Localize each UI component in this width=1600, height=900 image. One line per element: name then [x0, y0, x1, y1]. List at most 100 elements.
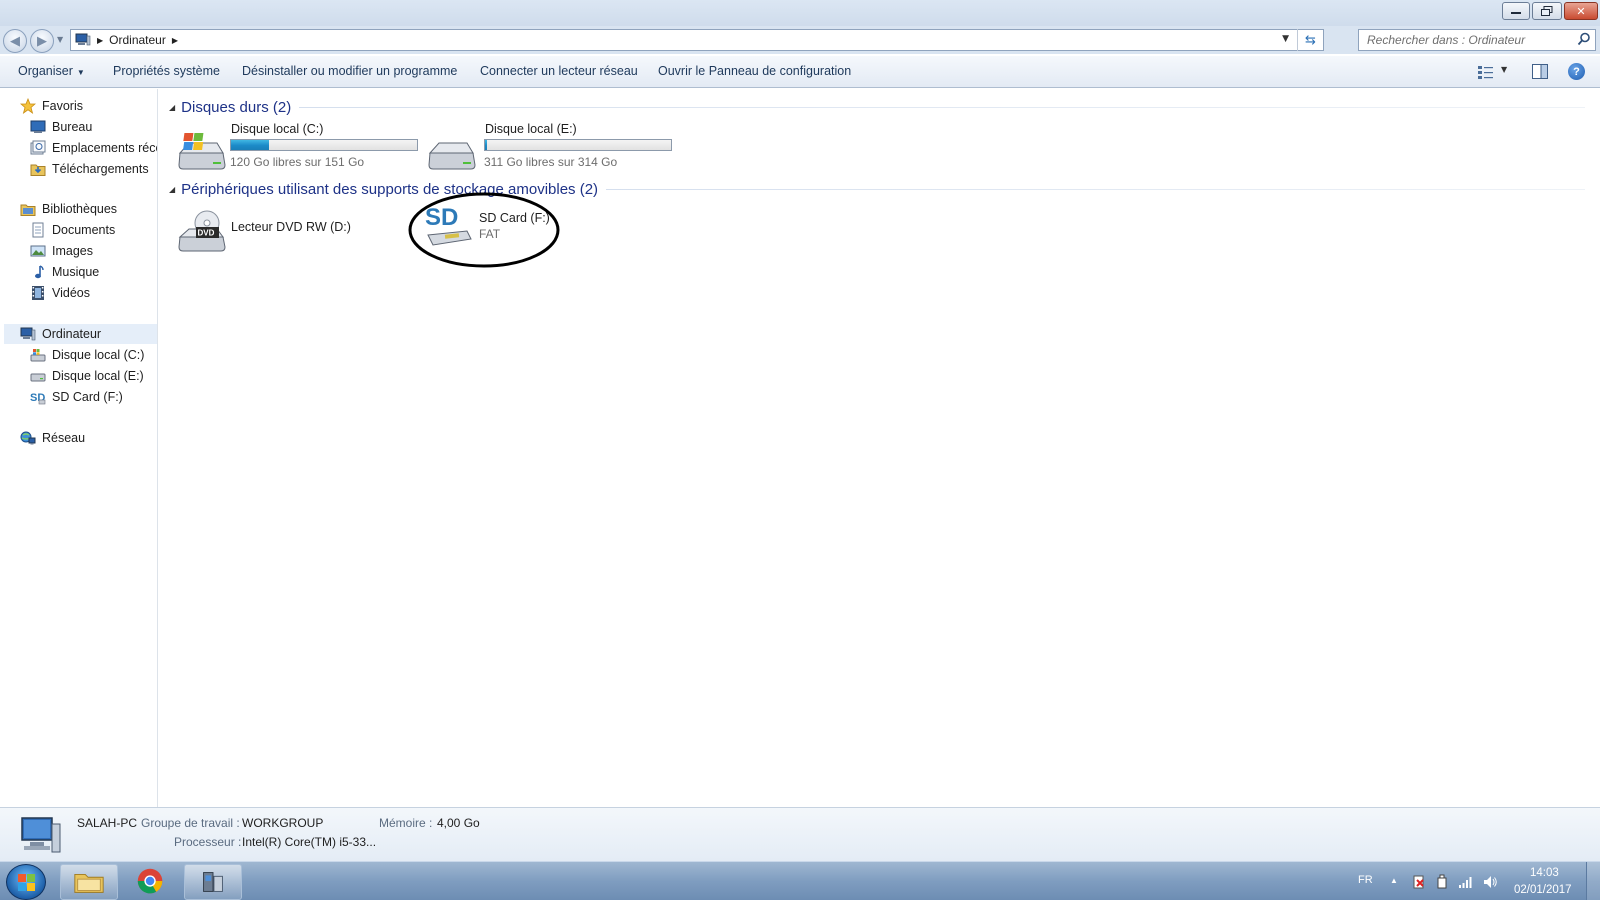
- processor-label: Processeur :: [174, 835, 242, 849]
- desktop-icon: [30, 120, 46, 133]
- computer-name: SALAH-PC: [77, 816, 138, 830]
- dvd-drive-icon[interactable]: DVD: [177, 209, 227, 255]
- sidebar-label: Images: [52, 244, 93, 258]
- sidebar-item-computer[interactable]: Ordinateur: [4, 324, 157, 344]
- signal-strength-icon[interactable]: [1458, 874, 1474, 890]
- clock-date[interactable]: 02/01/2017: [1514, 884, 1572, 896]
- sidebar-label: Bibliothèques: [42, 202, 118, 216]
- close-button[interactable]: ✕: [1564, 2, 1598, 20]
- drive-name[interactable]: Disque local (E:): [485, 122, 577, 136]
- workgroup-value: WORKGROUP: [242, 816, 324, 830]
- collapse-triangle-icon[interactable]: ◢: [169, 103, 175, 112]
- group-header-hard-drives[interactable]: ◢ Disques durs (2): [169, 97, 1599, 117]
- open-control-panel-button[interactable]: Ouvrir le Panneau de configuration: [658, 64, 851, 78]
- sidebar-label: SD Card (F:): [52, 390, 123, 404]
- sidebar-item-music[interactable]: Musique: [30, 262, 99, 282]
- search-icon[interactable]: [1577, 32, 1591, 46]
- refresh-icon: ⇆: [1305, 32, 1316, 48]
- sidebar-item-downloads[interactable]: Téléchargements: [30, 159, 149, 179]
- view-options-dropdown-icon[interactable]: ▼: [1501, 65, 1507, 74]
- dvd-label: DVD: [198, 229, 215, 238]
- taskbar-chrome-button[interactable]: [122, 864, 180, 900]
- capacity-fill: [485, 140, 487, 150]
- divider: [606, 188, 1585, 190]
- sidebar-item-network[interactable]: Réseau: [20, 428, 85, 448]
- sidebar-item-drive-c[interactable]: Disque local (C:): [30, 345, 144, 365]
- capacity-fill: [231, 140, 270, 150]
- usb-device-icon[interactable]: [1434, 874, 1450, 890]
- details-pane: SALAH-PC Groupe de travail : WORKGROUP M…: [0, 807, 1600, 861]
- sidebar-item-recent-places[interactable]: Emplacements récents: [30, 138, 157, 158]
- computer-icon: [20, 327, 36, 341]
- organiser-menu[interactable]: Organiser ▼: [18, 64, 85, 78]
- show-hidden-icons-icon[interactable]: ▲: [1390, 876, 1398, 885]
- taskbar-devices-button[interactable]: [184, 864, 242, 900]
- drive-name[interactable]: Disque local (C:): [231, 122, 323, 136]
- sidebar-item-documents[interactable]: Documents: [30, 220, 115, 240]
- command-bar: Organiser ▼ Propriétés système Désinstall…: [0, 56, 1600, 88]
- sidebar-item-sd-card[interactable]: SD SD Card (F:): [30, 387, 123, 407]
- breadcrumb-chevron-icon[interactable]: ▶: [172, 36, 178, 45]
- close-icon: ✕: [1576, 4, 1586, 18]
- address-dropdown-icon[interactable]: ▼: [1282, 34, 1289, 44]
- help-icon[interactable]: ?: [1568, 63, 1585, 80]
- system-properties-button[interactable]: Propriétés système: [113, 64, 220, 78]
- documents-icon: [32, 222, 44, 238]
- collapse-triangle-icon[interactable]: ◢: [169, 185, 175, 194]
- map-network-drive-button[interactable]: Connecter un lecteur réseau: [480, 64, 638, 78]
- restore-icon: [1541, 6, 1553, 16]
- arrow-right-icon: ▶: [37, 33, 47, 49]
- refresh-button[interactable]: ⇆: [1297, 29, 1323, 51]
- workgroup-label: Groupe de travail :: [141, 816, 240, 830]
- restore-button[interactable]: [1532, 2, 1562, 20]
- breadcrumb-separator-icon[interactable]: ▶: [97, 36, 103, 45]
- chrome-icon: [137, 868, 163, 894]
- memory-label: Mémoire :: [379, 816, 433, 830]
- hard-drive-icon[interactable]: [427, 129, 477, 175]
- history-dropdown-icon[interactable]: ▼: [57, 35, 63, 44]
- film-strip-icon: [32, 286, 44, 300]
- language-indicator[interactable]: FR: [1358, 874, 1373, 886]
- annotation-ellipse: [408, 192, 560, 268]
- breadcrumb-computer[interactable]: Ordinateur: [109, 33, 166, 47]
- capacity-bar: [484, 139, 672, 151]
- sidebar-item-desktop[interactable]: Bureau: [30, 117, 92, 137]
- minimize-button[interactable]: [1502, 2, 1530, 20]
- uninstall-program-button[interactable]: Désinstaller ou modifier un programme: [242, 64, 457, 78]
- content-pane: ◢ Disques durs (2) Disque local (C:) 120…: [159, 89, 1600, 807]
- start-button[interactable]: [6, 864, 46, 900]
- address-bar[interactable]: ▶ Ordinateur ▶ ▼ ⇆: [70, 29, 1324, 51]
- processor-value: Intel(R) Core(TM) i5-33...: [242, 835, 377, 849]
- music-note-icon: [35, 265, 44, 279]
- minimize-icon: [1511, 12, 1521, 14]
- back-button[interactable]: ◀: [3, 29, 27, 53]
- sidebar-item-pictures[interactable]: Images: [30, 241, 93, 261]
- address-row: ◀ ▶ ▼ ▶ Ordinateur ▶ ▼ ⇆ Rechercher dans…: [0, 26, 1600, 54]
- speaker-icon[interactable]: [1482, 874, 1498, 890]
- sidebar-label: Documents: [52, 223, 116, 237]
- taskbar-explorer-button[interactable]: [60, 864, 118, 900]
- sidebar-item-videos[interactable]: Vidéos: [30, 283, 90, 303]
- recent-places-icon: [30, 140, 46, 155]
- drive-name[interactable]: Lecteur DVD RW (D:): [231, 220, 351, 234]
- clock-time[interactable]: 14:03: [1530, 867, 1559, 879]
- forward-button[interactable]: ▶: [30, 29, 54, 53]
- show-desktop-button[interactable]: [1586, 862, 1600, 900]
- change-view-icon[interactable]: [1478, 65, 1494, 79]
- sidebar-item-drive-e[interactable]: Disque local (E:): [30, 366, 144, 386]
- sidebar-label: Musique: [52, 265, 100, 279]
- sidebar-item-libraries[interactable]: Bibliothèques: [20, 199, 117, 219]
- action-center-warning-icon[interactable]: [1411, 874, 1427, 890]
- windows-drive-icon: [30, 349, 46, 362]
- group-header-removable[interactable]: ◢ Périphériques utilisant des supports d…: [169, 179, 1599, 199]
- divider: [299, 106, 1585, 108]
- preview-pane-icon[interactable]: [1532, 64, 1548, 79]
- sidebar-item-favorites[interactable]: Favoris: [20, 96, 83, 116]
- sidebar-label: Disque local (C:): [52, 348, 145, 362]
- search-input[interactable]: Rechercher dans : Ordinateur: [1358, 29, 1596, 51]
- sidebar-label: Réseau: [42, 431, 86, 445]
- memory-value: 4,00 Go: [437, 816, 480, 830]
- windows-drive-icon[interactable]: [177, 129, 227, 175]
- title-bar: ✕: [0, 0, 1600, 26]
- free-space-text: 120 Go libres sur 151 Go: [230, 155, 365, 169]
